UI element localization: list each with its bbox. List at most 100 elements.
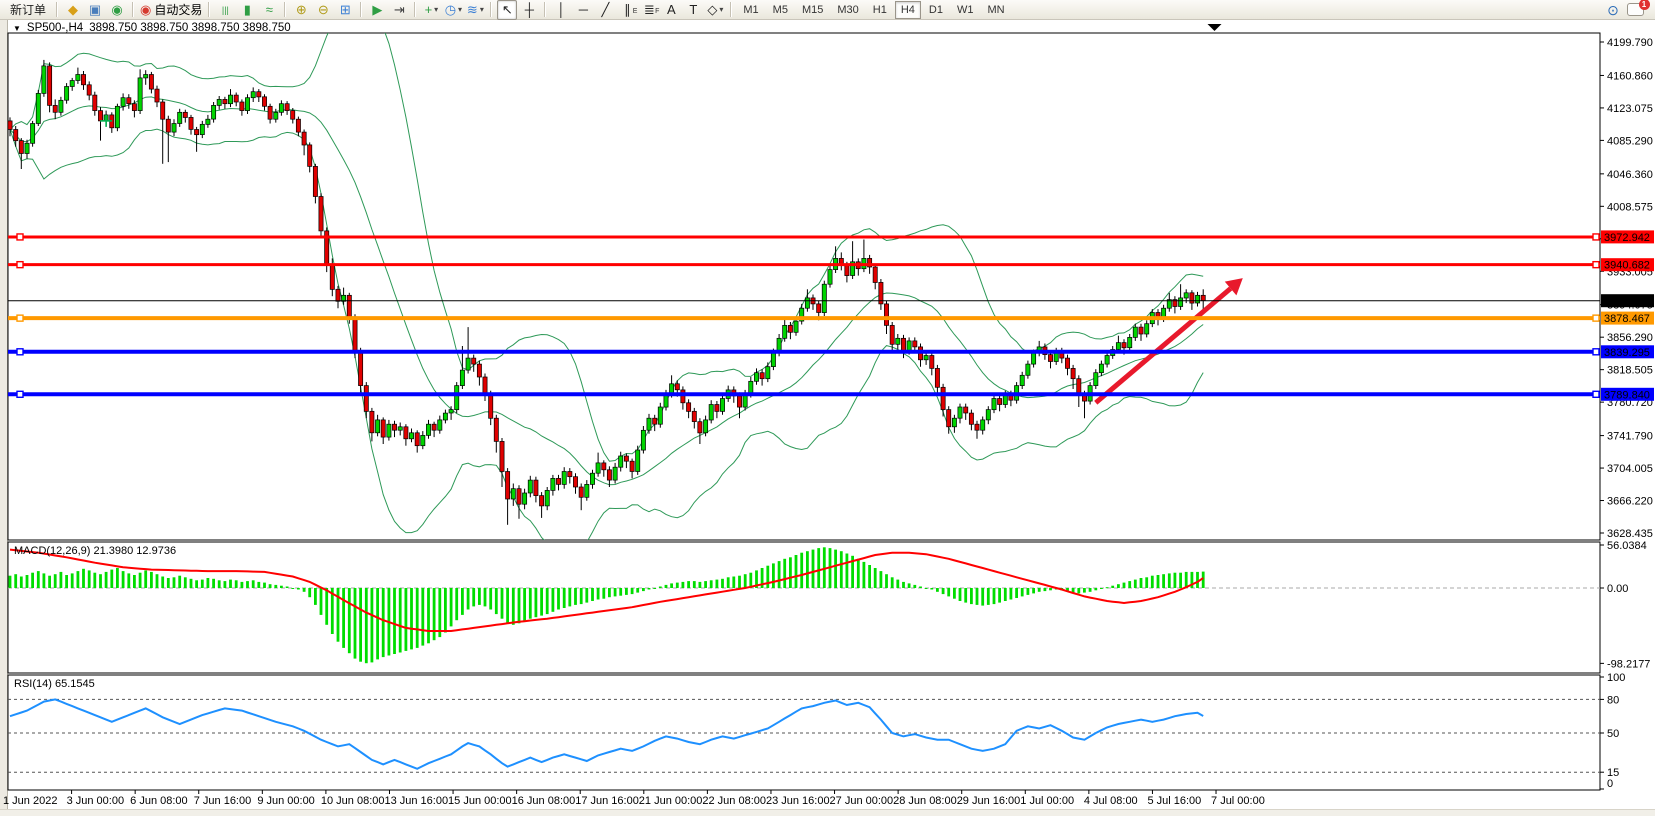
chevron-down-icon[interactable]: ▾ bbox=[719, 1, 723, 19]
macd-hist-bar bbox=[257, 582, 260, 588]
macd-hist-bar bbox=[1094, 588, 1097, 590]
candle-body bbox=[483, 377, 487, 394]
macd-hist-bar bbox=[252, 580, 255, 588]
timeframe-mn[interactable]: MN bbox=[981, 1, 1010, 19]
notifications-icon[interactable]: 1 bbox=[1625, 0, 1645, 20]
market-watch-icon[interactable]: ◆ bbox=[63, 0, 83, 20]
timeframe-m30[interactable]: M30 bbox=[831, 1, 864, 19]
autotrading-button[interactable]: ◉自动交易 bbox=[139, 0, 203, 20]
candlestick-icon[interactable]: ▮ bbox=[237, 0, 257, 20]
candle-body bbox=[1196, 295, 1200, 303]
new-order-button[interactable]: 新订单 bbox=[5, 0, 51, 20]
macd-hist-bar bbox=[1134, 580, 1137, 588]
chevron-down-icon[interactable]: ▾ bbox=[434, 1, 438, 19]
candle-body bbox=[771, 353, 775, 367]
cursor-icon[interactable]: ↖ bbox=[497, 0, 517, 20]
support-line-blue-2-handle[interactable] bbox=[1593, 391, 1599, 397]
resistance-line-2-handle[interactable] bbox=[1593, 262, 1599, 268]
candle-body bbox=[466, 358, 470, 370]
resistance-line-1-handle[interactable] bbox=[17, 234, 23, 240]
navigator-icon[interactable]: ◉ bbox=[107, 0, 127, 20]
chevron-down-icon[interactable]: ▾ bbox=[458, 1, 462, 19]
candle-body bbox=[924, 356, 928, 360]
search-icon[interactable]: ⊙ bbox=[1603, 0, 1623, 20]
resistance-line-2-handle[interactable] bbox=[17, 262, 23, 268]
macd-hist-bar bbox=[557, 588, 560, 610]
candle-body bbox=[472, 358, 476, 364]
hline-icon: ─ bbox=[579, 1, 588, 19]
support-line-blue-2-handle[interactable] bbox=[17, 391, 23, 397]
chart-shift-icon[interactable]: ⇥ bbox=[389, 0, 409, 20]
support-line-blue-1-handle[interactable] bbox=[17, 349, 23, 355]
channel-icon[interactable]: ∥E bbox=[617, 0, 637, 20]
macd-hist-bar bbox=[354, 588, 357, 659]
candle-body bbox=[783, 325, 787, 338]
support-line-orange-handle[interactable] bbox=[1593, 315, 1599, 321]
macd-hist-bar bbox=[376, 588, 379, 659]
period-dropdown: ◷ bbox=[445, 1, 456, 19]
macd-hist-bar bbox=[195, 580, 198, 588]
hline-icon[interactable]: ─ bbox=[573, 0, 593, 20]
candle-body bbox=[901, 338, 905, 351]
template-dropdown[interactable]: ≋▾ bbox=[465, 0, 485, 20]
macd-hist-bar bbox=[201, 580, 204, 588]
chart-shift-marker[interactable] bbox=[1208, 24, 1222, 31]
vline-icon[interactable]: │ bbox=[551, 0, 571, 20]
macd-hist-bar bbox=[31, 573, 34, 588]
panel-border bbox=[8, 675, 1600, 790]
line-chart-icon[interactable]: ≈ bbox=[259, 0, 279, 20]
period-dropdown[interactable]: ◷▾ bbox=[443, 0, 463, 20]
trendline-icon[interactable]: ╱ bbox=[595, 0, 615, 20]
zoom-in-icon[interactable]: ⊕ bbox=[291, 0, 311, 20]
candle-body bbox=[822, 284, 826, 312]
price-axis-label: 3666.220 bbox=[1607, 496, 1653, 508]
candle-body bbox=[619, 456, 623, 467]
macd-hist-bar bbox=[868, 565, 871, 588]
new-chart-dropdown[interactable]: +▾ bbox=[421, 0, 441, 20]
support-line-orange-handle[interactable] bbox=[17, 315, 23, 321]
resistance-line-1-handle[interactable] bbox=[1593, 234, 1599, 240]
label-icon[interactable]: T bbox=[683, 0, 703, 20]
crosshair-icon: ┼ bbox=[525, 1, 534, 19]
candle-body bbox=[760, 373, 764, 379]
text-icon[interactable]: A bbox=[661, 0, 681, 20]
price-chart-svg[interactable]: 4199.7904160.8604123.0754085.2904046.360… bbox=[0, 20, 1655, 815]
auto-scroll-icon: ▶ bbox=[372, 1, 382, 19]
candle-body bbox=[494, 418, 498, 441]
chevron-down-icon[interactable]: ▾ bbox=[480, 1, 484, 19]
chart-window: ▼ SP500-,H4 3898.750 3898.750 3898.750 3… bbox=[0, 20, 1655, 815]
candle-body bbox=[262, 97, 266, 107]
candle-body bbox=[556, 478, 560, 484]
svg-text:3972.942: 3972.942 bbox=[1604, 232, 1650, 244]
timeframe-w1[interactable]: W1 bbox=[951, 1, 980, 19]
timeframe-h4[interactable]: H4 bbox=[895, 1, 921, 19]
timeframe-d1[interactable]: D1 bbox=[923, 1, 949, 19]
candle-body bbox=[1122, 343, 1126, 348]
timeframe-h1[interactable]: H1 bbox=[867, 1, 893, 19]
candle-body bbox=[992, 399, 996, 410]
macd-hist-bar bbox=[506, 588, 509, 623]
zoom-out-icon[interactable]: ⊖ bbox=[313, 0, 333, 20]
data-window-icon[interactable]: ▣ bbox=[85, 0, 105, 20]
auto-scroll-icon[interactable]: ▶ bbox=[367, 0, 387, 20]
timeframe-m5[interactable]: M5 bbox=[767, 1, 794, 19]
shapes-dropdown[interactable]: ◇▾ bbox=[705, 0, 725, 20]
timeframe-m1[interactable]: M1 bbox=[737, 1, 764, 19]
bar-chart-icon[interactable]: ||| bbox=[215, 0, 235, 20]
macd-hist-bar bbox=[512, 588, 515, 625]
candle-body bbox=[76, 75, 80, 81]
price-axis-label: 4085.290 bbox=[1607, 135, 1653, 147]
price-axis-label: 3628.435 bbox=[1607, 528, 1653, 540]
tile-windows-icon[interactable]: ⊞ bbox=[335, 0, 355, 20]
timeframe-m15[interactable]: M15 bbox=[796, 1, 829, 19]
macd-hist-bar bbox=[1015, 588, 1018, 598]
support-line-blue-1-handle[interactable] bbox=[1593, 349, 1599, 355]
macd-hist-bar bbox=[110, 570, 113, 588]
candle-body bbox=[240, 102, 244, 111]
macd-hist-bar bbox=[653, 588, 656, 589]
candle-body bbox=[166, 119, 170, 132]
macd-hist-bar bbox=[320, 588, 323, 615]
fibonacci-icon[interactable]: ≣F bbox=[639, 0, 659, 20]
zoom-in-icon: ⊕ bbox=[296, 1, 307, 19]
crosshair-icon[interactable]: ┼ bbox=[519, 0, 539, 20]
